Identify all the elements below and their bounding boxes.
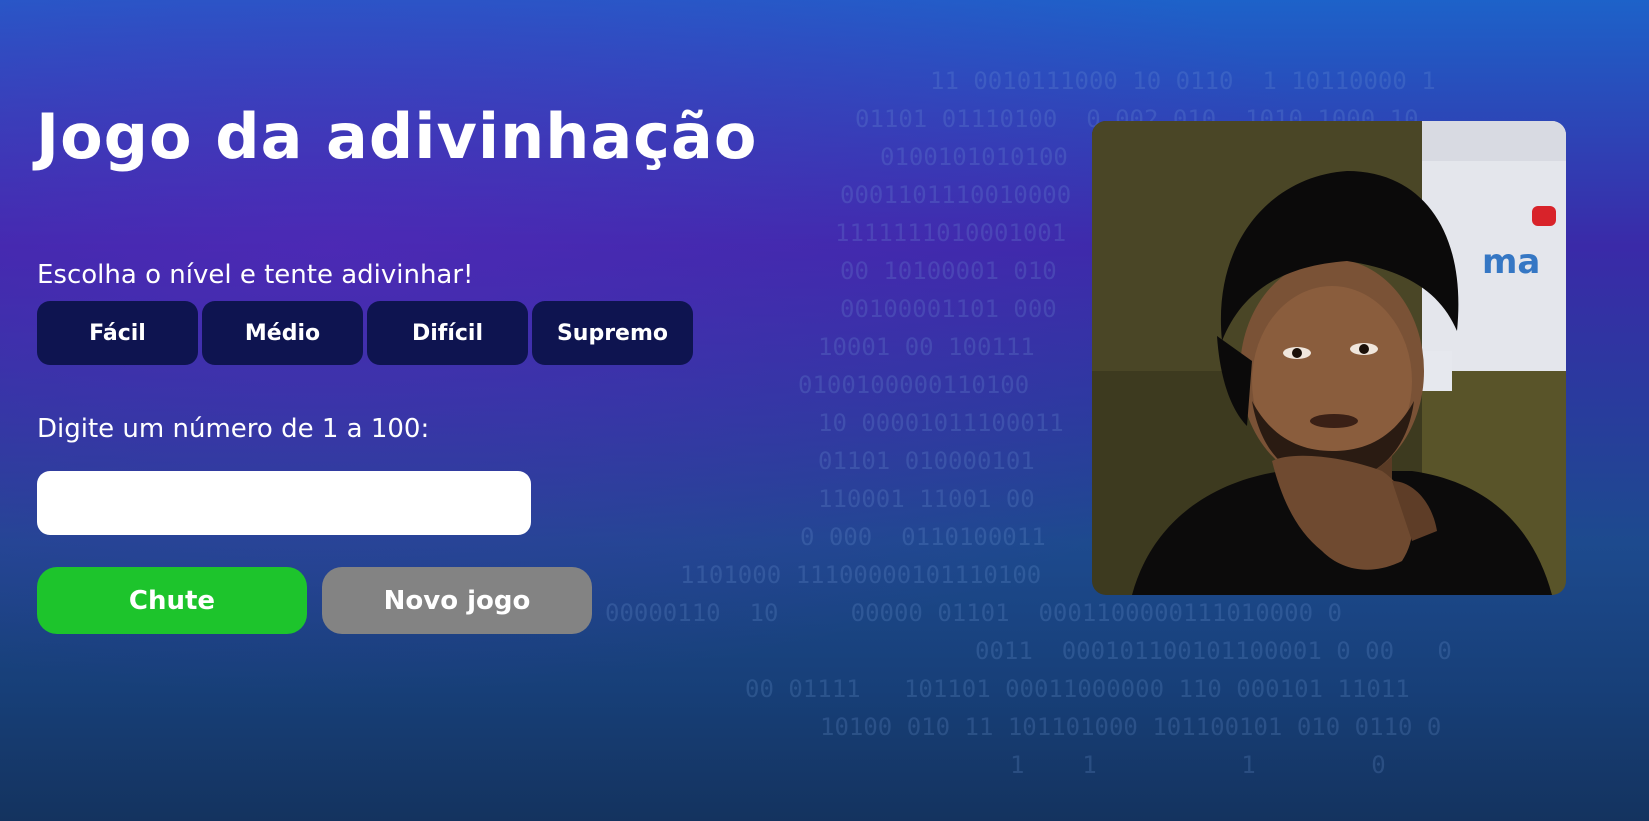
svg-text:ma: ma xyxy=(1482,242,1540,282)
level-supreme-button[interactable]: Supremo xyxy=(532,301,693,365)
level-prompt: Escolha o nível e tente adivinhar! xyxy=(37,260,474,290)
guess-button[interactable]: Chute xyxy=(37,567,307,634)
guess-input[interactable] xyxy=(37,471,531,535)
person-portrait-photo: ma xyxy=(1092,121,1566,595)
page-title: Jogo da adivinhação xyxy=(36,100,758,173)
new-game-button[interactable]: Novo jogo xyxy=(322,567,592,634)
level-medium-button[interactable]: Médio xyxy=(202,301,363,365)
level-hard-button[interactable]: Difícil xyxy=(367,301,528,365)
number-prompt: Digite um número de 1 a 100: xyxy=(37,414,430,444)
level-selector: Fácil Médio Difícil Supremo xyxy=(37,301,693,365)
level-easy-button[interactable]: Fácil xyxy=(37,301,198,365)
